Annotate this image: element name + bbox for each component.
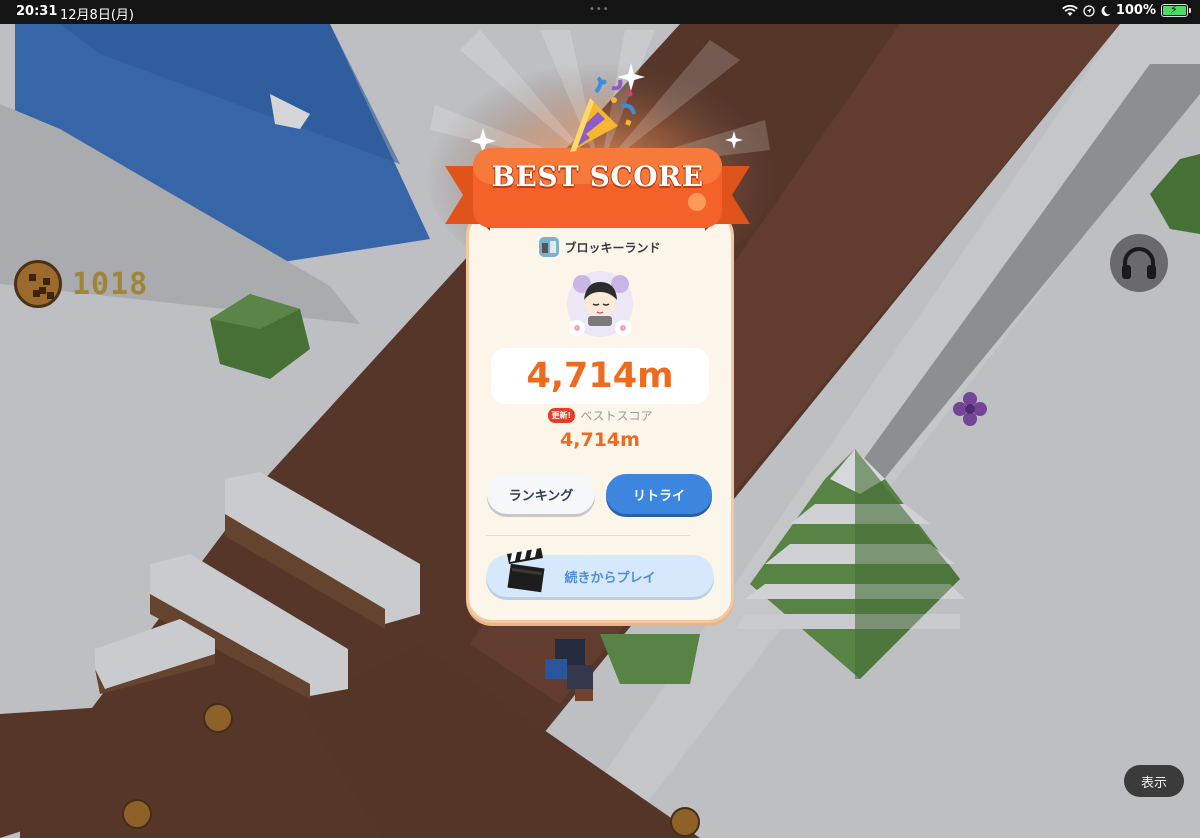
status-time: 20:31 [16, 4, 58, 19]
best-score-row: 更新! ベストスコア [466, 407, 734, 424]
battery-percent: 100% [1115, 3, 1156, 18]
battery-charging-icon: ⚡ [1161, 3, 1191, 17]
app-icon [539, 237, 560, 257]
divider [486, 535, 690, 536]
score-value: 4,714m [526, 356, 674, 396]
coin-count: 1018 [72, 266, 149, 302]
display-button[interactable]: 表示 [1124, 765, 1184, 797]
coin-counter: 1018 [14, 260, 148, 308]
retry-button[interactable]: リトライ [606, 474, 712, 514]
new-record-badge: 更新! [547, 408, 576, 423]
headphones-icon [1122, 247, 1156, 279]
cookie-icon [14, 260, 62, 308]
clapperboard-icon [507, 548, 545, 593]
continue-button-label: 続きからプレイ [564, 570, 656, 586]
ranking-button[interactable]: ランキング [487, 474, 595, 514]
party-popper-icon [570, 76, 636, 152]
location-icon [1083, 4, 1095, 17]
app-info: ブロッキーランド [466, 237, 734, 257]
avatar [567, 271, 633, 337]
audio-button[interactable] [1110, 234, 1168, 292]
status-bar: 20:31 12月8日(月) ••• 100% ⚡ [0, 0, 1200, 24]
best-score-label: ベストスコア [580, 409, 653, 423]
multitask-dots[interactable]: ••• [589, 4, 610, 15]
score-display: 4,714m [491, 348, 709, 404]
best-score-value: 4,714m [560, 429, 640, 451]
moon-icon [1101, 5, 1111, 16]
banner-title: BEST SCORE [491, 160, 704, 193]
wifi-icon [1062, 4, 1078, 16]
status-date: 12月8日(月) [60, 8, 134, 23]
app-name: ブロッキーランド [564, 240, 661, 255]
